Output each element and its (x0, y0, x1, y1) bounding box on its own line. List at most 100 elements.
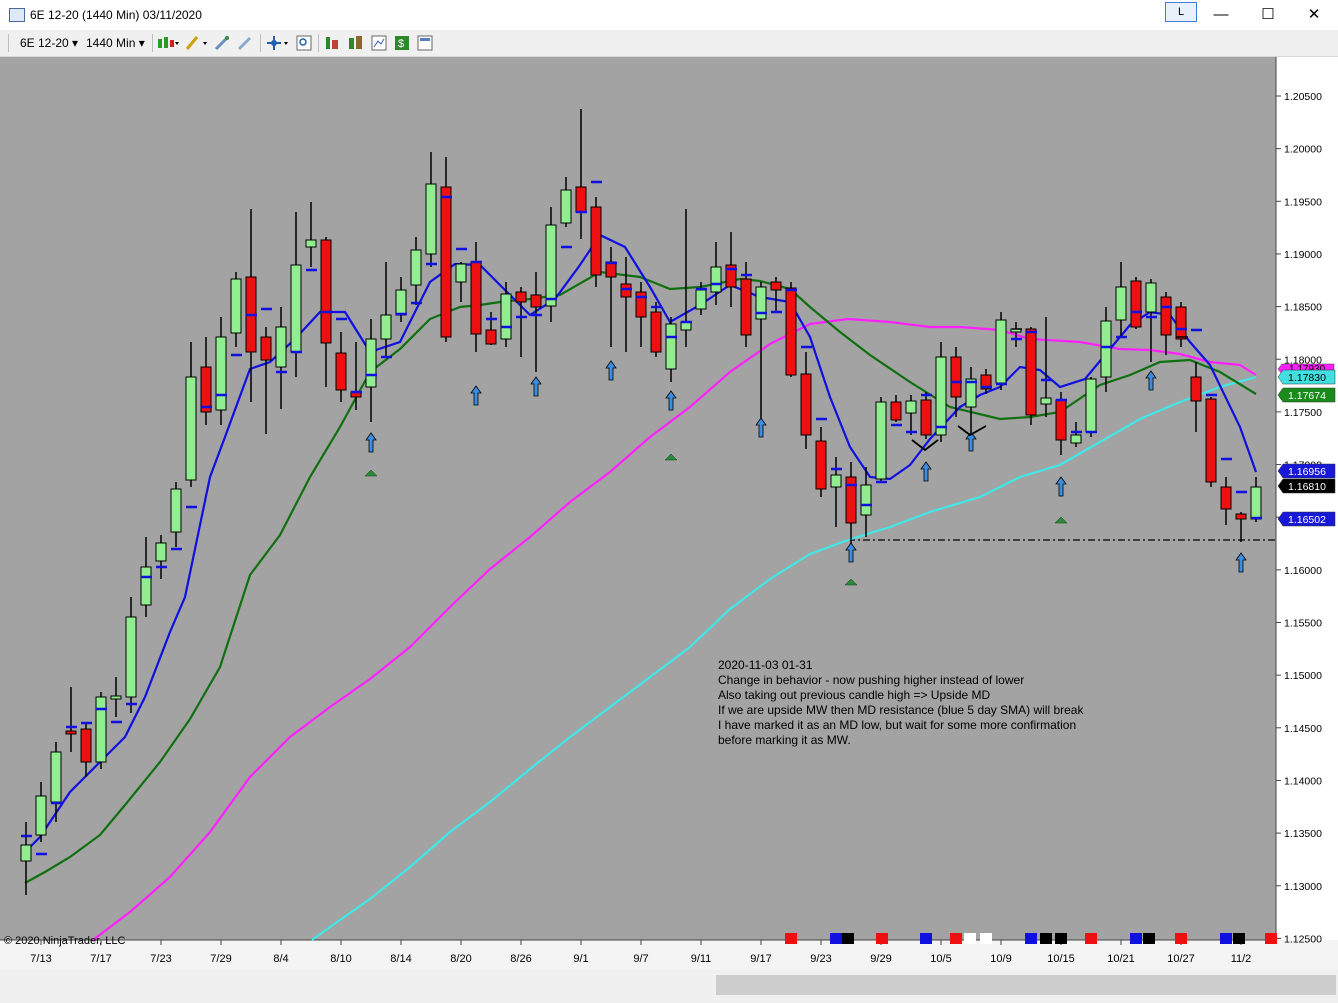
date-tick-label: 8/10 (330, 953, 351, 965)
indicator-square (1220, 933, 1232, 944)
date-axis-background (0, 940, 1338, 970)
price-tick-label: 1.12500 (1284, 933, 1322, 945)
candle-body (920, 399, 932, 436)
candle-body (530, 294, 542, 308)
link-button[interactable]: L (1165, 2, 1197, 22)
date-tick-label: 7/17 (90, 953, 111, 965)
chart-area[interactable]: 1.20500 1.20000 1.19500 1.19000 1.18500 1.180… (0, 57, 1338, 998)
candle-body (800, 373, 812, 436)
candle-body (1100, 320, 1112, 378)
candle-body (110, 695, 122, 700)
down-candle (1205, 397, 1217, 487)
indicators-icon[interactable] (348, 35, 364, 51)
chart-toolbar: 6E 12-20 ▾ 1440 Min ▾ $ (0, 30, 1338, 57)
scrollbar-thumb[interactable] (716, 975, 1336, 995)
zoom-icon[interactable] (266, 35, 290, 51)
down-candle (1025, 327, 1037, 425)
maximize-button[interactable]: ☐ (1245, 0, 1291, 30)
candle-body (1220, 486, 1232, 510)
candle-body (260, 336, 272, 361)
candle-body (20, 844, 32, 862)
date-tick-label: 10/5 (930, 953, 951, 965)
price-tick-label: 1.15500 (1284, 618, 1322, 630)
data-box-icon[interactable]: $ (394, 35, 410, 51)
indicator-square (1143, 933, 1155, 944)
candle-body (395, 289, 407, 316)
price-tick-label: 1.14000 (1284, 775, 1322, 787)
close-button[interactable]: ✕ (1291, 0, 1337, 30)
candle-body (1040, 397, 1052, 405)
pencil-icon[interactable] (214, 35, 230, 51)
down-candle (785, 282, 797, 377)
magnify-icon[interactable] (296, 35, 312, 51)
indicator-square (1025, 933, 1037, 944)
instrument-selector[interactable]: 6E 12-20 ▾ (20, 36, 78, 50)
candle-body (305, 239, 317, 248)
candle-body (1250, 486, 1262, 520)
candle-body (485, 329, 497, 345)
price-flag-label: 1.17830 (1288, 372, 1326, 384)
up-candle (995, 312, 1007, 390)
price-flag-label: 1.16956 (1288, 466, 1326, 478)
svg-text:$: $ (398, 38, 404, 50)
crosshair-icon[interactable] (237, 35, 253, 51)
candle-body (500, 293, 512, 340)
minimize-button[interactable]: — (1198, 0, 1244, 30)
date-tick-label: 11/2 (1231, 953, 1252, 965)
indicator-square (785, 933, 797, 944)
date-tick-label: 9/17 (750, 953, 771, 965)
candle-body (650, 311, 662, 353)
candle-body (1190, 376, 1202, 402)
candle-body (410, 249, 422, 286)
candle-body (575, 186, 587, 213)
strategies-icon[interactable] (324, 35, 340, 51)
date-tick-label: 7/29 (210, 953, 231, 965)
drawing-tool-icon[interactable] (185, 35, 209, 51)
instrument-label: 6E 12-20 (20, 36, 69, 50)
candle-body (995, 319, 1007, 384)
indicator-square (1233, 933, 1245, 944)
candle-body (170, 488, 182, 533)
date-tick-label: 9/29 (870, 953, 891, 965)
candle-body (455, 263, 467, 283)
candle-body (380, 314, 392, 340)
candle-body (470, 261, 482, 335)
date-tick-label: 9/23 (810, 953, 831, 965)
date-tick-label: 9/11 (691, 953, 712, 965)
candle-body (1235, 513, 1247, 520)
indicator-square (830, 933, 842, 944)
candle-body (125, 616, 137, 698)
candle-body (785, 287, 797, 376)
candle-body (740, 278, 752, 336)
candle-body (1115, 286, 1127, 321)
toolbar-grip (8, 34, 9, 52)
chart-trader-icon[interactable] (371, 35, 387, 51)
indicator-square (876, 933, 888, 944)
candle-body (860, 484, 872, 516)
candle-body (560, 189, 572, 224)
price-tick-label: 1.19000 (1284, 249, 1322, 261)
candle-body (1055, 399, 1067, 441)
price-tick-label: 1.19500 (1284, 196, 1322, 208)
candle-body (1175, 306, 1187, 340)
candle-body (515, 291, 527, 303)
candle-body (1205, 398, 1217, 483)
date-tick-label: 10/9 (990, 953, 1011, 965)
properties-icon[interactable] (417, 35, 433, 51)
price-tick-label: 1.20000 (1284, 144, 1322, 156)
candle-body (425, 183, 437, 255)
candle-body (185, 376, 197, 481)
candle-body (545, 224, 557, 307)
price-chart[interactable]: 1.205001.200001.195001.190001.185001.180… (0, 57, 1338, 998)
price-tick-label: 1.18500 (1284, 302, 1322, 314)
interval-selector[interactable]: 1440 Min ▾ (86, 36, 145, 50)
indicator-square (950, 933, 962, 944)
chart-style-icon[interactable] (157, 35, 179, 51)
toolbar-separator (260, 34, 261, 52)
up-candle (875, 397, 887, 482)
candle-body (215, 336, 227, 411)
candle-body (230, 278, 242, 334)
interval-label: 1440 Min (86, 36, 136, 50)
price-axis-background (1276, 57, 1338, 940)
indicator-square (1175, 933, 1187, 944)
